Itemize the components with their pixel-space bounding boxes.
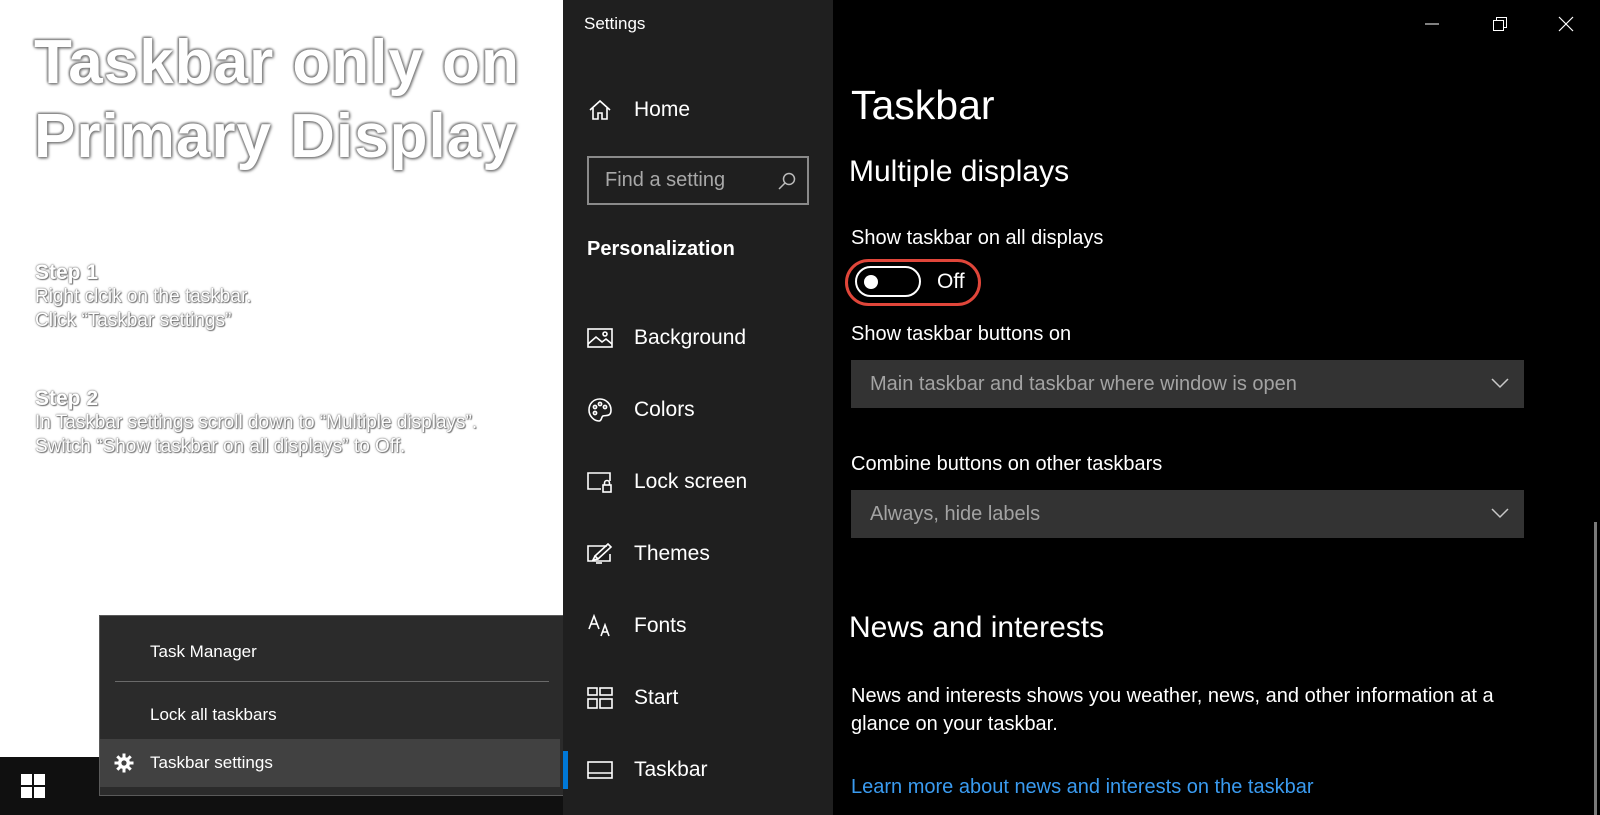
step-1-heading: Step 1	[35, 261, 99, 284]
combine-buttons-dropdown[interactable]: Always, hide labels	[851, 490, 1524, 538]
taskbar-context-menu: Task Manager Lock all taskbars Taskbar s…	[99, 615, 563, 796]
nav-item-fonts[interactable]: Fonts	[563, 596, 833, 656]
dropdown-value: Main taskbar and taskbar where window is…	[870, 372, 1297, 395]
page-title: Taskbar	[851, 82, 995, 128]
menu-item-lock-all-taskbars[interactable]: Lock all taskbars	[100, 691, 560, 739]
chevron-down-icon	[1490, 503, 1510, 529]
show-taskbar-buttons-on-label: Show taskbar buttons on	[851, 323, 1072, 345]
nav-item-label: Start	[634, 686, 679, 709]
step-1-line-2: Click “Taskbar settings”	[35, 310, 232, 331]
nav-item-label: Lock screen	[634, 470, 748, 493]
toggle-state-label: Off	[937, 270, 965, 293]
toggle-knob	[864, 275, 878, 289]
start-button[interactable]	[0, 757, 66, 815]
start-icon	[587, 685, 613, 711]
picture-icon	[587, 325, 613, 351]
show-taskbar-all-displays-toggle[interactable]	[855, 266, 921, 297]
lock-screen-icon	[587, 469, 613, 495]
search-input[interactable]	[589, 158, 769, 203]
taskbar-icon	[587, 757, 613, 783]
menu-item-label: Task Manager	[150, 642, 257, 661]
palette-icon	[587, 397, 613, 423]
news-and-interests-header: News and interests	[849, 611, 1105, 644]
search-field[interactable]	[587, 156, 809, 205]
menu-item-label: Taskbar settings	[150, 753, 273, 772]
themes-icon	[587, 541, 613, 567]
nav-item-colors[interactable]: Colors	[563, 380, 833, 440]
nav-item-label: Home	[634, 98, 691, 121]
nav-item-background[interactable]: Background	[563, 308, 833, 368]
show-taskbar-all-displays-label: Show taskbar on all displays	[851, 227, 1104, 249]
nav-item-label: Themes	[634, 542, 710, 565]
window-title: Settings	[584, 14, 646, 33]
chevron-down-icon	[1490, 373, 1510, 399]
step-2: Step 2 In Taskbar settings scroll down t…	[35, 387, 477, 459]
step-2-line-1: In Taskbar settings scroll down to “Mult…	[35, 412, 478, 433]
search-icon[interactable]	[777, 171, 797, 196]
nav-item-label: Fonts	[634, 614, 687, 637]
step-1-line-1: Right clcik on the taskbar.	[35, 286, 252, 307]
home-icon	[587, 97, 613, 123]
dropdown-value: Always, hide labels	[870, 502, 1041, 525]
settings-window: Settings Home Personalization	[563, 0, 1600, 815]
gear-icon	[114, 753, 134, 778]
step-2-heading: Step 2	[35, 387, 99, 410]
taskbar-buttons-on-dropdown[interactable]: Main taskbar and taskbar where window is…	[851, 360, 1524, 408]
windows-logo-icon	[21, 774, 45, 798]
menu-item-label: Lock all taskbars	[150, 705, 277, 724]
nav-item-label: Background	[634, 326, 747, 349]
selection-indicator	[563, 751, 568, 789]
learn-more-link[interactable]: Learn more about news and interests on t…	[851, 776, 1314, 799]
menu-item-task-manager[interactable]: Task Manager	[100, 628, 560, 676]
nav-item-label: Colors	[634, 398, 695, 421]
nav-item-themes[interactable]: Themes	[563, 524, 833, 584]
multiple-displays-header: Multiple displays	[849, 155, 1070, 188]
fonts-icon	[587, 613, 613, 639]
step-2-line-2: Switch “Show taskbar on all displays” to…	[35, 436, 406, 457]
scrollbar[interactable]	[1594, 522, 1597, 815]
navigation-pane: Settings Home Personalization	[563, 0, 833, 815]
menu-item-taskbar-settings[interactable]: Taskbar settings	[100, 739, 560, 787]
news-and-interests-description: News and interests shows you weather, ne…	[851, 685, 1494, 735]
settings-content: Taskbar Multiple displays Show taskbar o…	[833, 0, 1600, 815]
nav-item-home[interactable]: Home	[563, 80, 833, 140]
nav-item-lock-screen[interactable]: Lock screen	[563, 452, 833, 512]
menu-separator	[115, 681, 549, 682]
nav-section-header: Personalization	[587, 238, 735, 260]
nav-item-label: Taskbar	[634, 758, 708, 781]
combine-buttons-label: Combine buttons on other taskbars	[851, 453, 1163, 475]
nav-item-start[interactable]: Start	[563, 668, 833, 728]
step-1: Step 1 Right clcik on the taskbar. Click…	[35, 261, 252, 333]
tutorial-title: Taskbar only on Primary Display	[34, 28, 520, 171]
nav-item-taskbar[interactable]: Taskbar	[563, 740, 833, 800]
